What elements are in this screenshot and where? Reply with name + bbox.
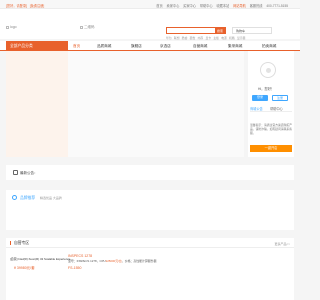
section-header: 自营专区 更多产品>>	[6, 238, 294, 248]
brand-title: 品牌推荐	[20, 195, 36, 200]
hot-keyword[interactable]: 机箱	[229, 36, 235, 40]
hot-keyword[interactable]: 酷睿	[182, 36, 188, 40]
featured-section: 自营专区 更多产品>> [自营] Intel(R) Xeon(R) 32 Sca…	[6, 238, 294, 300]
product-desc-suffix: ，价格：高性能计算服务器	[121, 258, 157, 263]
brand-icon	[12, 195, 17, 200]
announcement-bar: 最新公告：	[6, 165, 294, 180]
hot-keyword[interactable]: 华为	[166, 36, 172, 40]
product-price: ¥ 39980元/套	[14, 266, 35, 270]
brand-section: 品牌推荐 精选优品 大品牌	[6, 190, 294, 230]
product-model[interactable]: INSPECS 1278	[68, 254, 92, 258]
section-marker	[10, 241, 12, 245]
tab-divider	[250, 111, 292, 112]
top-link-seller[interactable]: 卖家中心	[167, 4, 180, 8]
main-nav: 全部产品分类 首页 品质商城 旗舰店 京选店 自营商城 集采商城 拍卖商城	[0, 41, 300, 51]
nav-item-quality-mall[interactable]: 品质商城	[97, 41, 111, 51]
all-categories-button[interactable]: 全部产品分类	[6, 41, 68, 51]
top-link-sitemap[interactable]: 网站导航	[233, 4, 246, 8]
hot-keyword[interactable]: 显卡	[205, 36, 211, 40]
broken-image-icon	[80, 25, 83, 29]
hot-keyword[interactable]: 主板	[213, 36, 219, 40]
nav-item-self-operated[interactable]: 自营商城	[193, 41, 207, 51]
avatar	[260, 62, 276, 78]
top-link-help[interactable]: 帮助中心	[200, 4, 213, 8]
nav-item-home[interactable]: 首页	[73, 41, 80, 51]
login-button[interactable]: 登录	[252, 95, 268, 101]
qr-alt-text: 二维码	[84, 24, 95, 29]
hero-banner[interactable]	[68, 51, 244, 157]
top-link-buyer[interactable]: 买家中心	[183, 4, 196, 8]
top-link-service: 客服热线	[249, 4, 263, 8]
greeting-text: Hi，您好！	[258, 87, 275, 91]
hotline-number: 400-7771-5155	[266, 4, 288, 8]
header: logo 二维码 搜索 购物车 华为 联想 酷睿 硬盘 内存 显卡 主板 电源 …	[0, 9, 300, 40]
top-link-home[interactable]: 首页	[156, 4, 162, 8]
nav-item-flagship[interactable]: 旗舰店	[131, 41, 142, 51]
hot-keyword[interactable]: 联想	[174, 36, 180, 40]
product-price: ¥25000元/台	[105, 258, 122, 263]
category-panel	[6, 51, 68, 157]
hot-keyword[interactable]: 内存	[198, 36, 204, 40]
hot-keyword[interactable]: 显示器	[237, 36, 245, 40]
search-input[interactable]: 搜索	[166, 27, 226, 34]
qr-code: 二维码	[80, 23, 100, 31]
register-button[interactable]: 注册	[272, 95, 288, 101]
broken-image-icon	[6, 25, 9, 29]
section-title: 自营专区	[14, 240, 30, 245]
search-button[interactable]: 搜索	[215, 28, 225, 34]
login-links: [您好，请登录] [免费注册]	[6, 3, 46, 8]
top-link-favorite[interactable]: 收藏本站	[216, 4, 229, 8]
hot-keywords: 华为 联想 酷睿 硬盘 内存 显卡 主板 电源 机箱 显示器	[166, 36, 247, 40]
open-shop-button[interactable]: 一键开店	[250, 145, 292, 152]
top-bar: [您好，请登录] [免费注册] 首页 卖家中心 买家中心 帮助中心 收藏本站 网…	[0, 0, 300, 9]
login-link[interactable]: [您好，请登录]	[6, 4, 27, 8]
site-logo[interactable]: logo	[6, 23, 34, 31]
brand-subtitle: 精选优品 大品牌	[40, 196, 62, 200]
notice-text: 温馨提示：请通过官方渠道购买产品，谨防诈骗，如有疑问请联系客服。	[250, 123, 292, 135]
product-description: 型号：INSPECS 1278，CPU¥25000元/台，价格：高性能计算服务器	[68, 259, 157, 263]
product-name[interactable]: [自营] Intel(R) Xeon(R) 32 Scalable Experi…	[10, 257, 73, 261]
logo-alt-text: logo	[10, 25, 17, 29]
hot-keyword[interactable]: 电源	[221, 36, 227, 40]
nav-item-selected-store[interactable]: 京选店	[160, 41, 171, 51]
register-link[interactable]: [免费注册]	[30, 4, 45, 8]
nav-item-procurement[interactable]: 集采商城	[228, 41, 242, 51]
hot-keyword[interactable]: 硬盘	[190, 36, 196, 40]
cart-button[interactable]: 购物车	[232, 27, 272, 34]
more-products-link[interactable]: 更多产品>>	[274, 242, 290, 246]
nav-item-auction[interactable]: 拍卖商城	[262, 41, 276, 51]
product-model[interactable]: FS-1550	[68, 266, 81, 270]
product-desc-prefix: 型号：INSPECS 1278，CPU	[68, 258, 106, 263]
announcement-label: 最新公告：	[20, 170, 38, 175]
top-links: 首页 卖家中心 买家中心 帮助中心 收藏本站 网站导航 客服热线 400-777…	[153, 3, 288, 8]
page: [您好，请登录] [免费注册] 首页 卖家中心 买家中心 帮助中心 收藏本站 网…	[0, 0, 300, 300]
announcement-icon	[13, 170, 18, 175]
